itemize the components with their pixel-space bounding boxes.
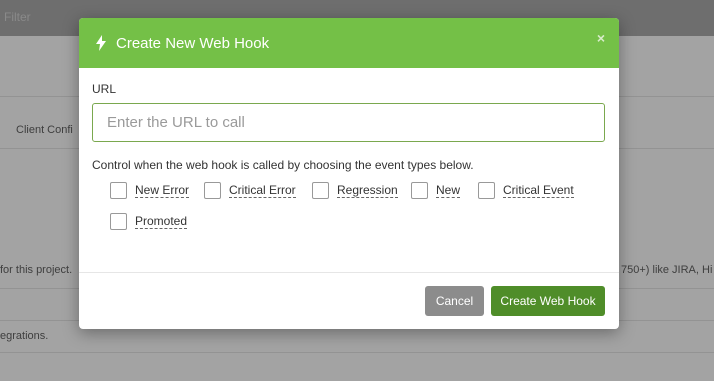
dialog-body: URL Control when the web hook is called … [79,68,619,273]
event-option-label: Critical Error [229,182,296,198]
event-option-label: New [436,182,461,198]
event-option-critical-error[interactable]: Critical Error [204,182,296,199]
event-option-label: Promoted [135,213,188,229]
new-checkbox[interactable] [411,182,428,199]
dialog-title: Create New Web Hook [116,34,270,52]
background-filter-label: Filter [4,10,31,24]
event-option-new[interactable]: New [411,182,461,199]
background-client-config-text: Client Confi [16,124,73,136]
background-project-text: for this project. [0,264,73,276]
cancel-button[interactable]: Cancel [425,286,484,316]
dialog-header: Create New Web Hook × [79,18,619,68]
url-input[interactable] [92,103,605,142]
event-option-promoted[interactable]: Promoted [110,213,188,230]
event-option-label: Critical Event [503,182,574,198]
background-integrations-text: egrations. [0,330,49,342]
close-icon[interactable]: × [597,30,605,46]
background-integrations-right-text: 750+) like JIRA, Hi [621,264,713,276]
dialog-footer: Cancel Create Web Hook [79,273,619,329]
event-type-options: New Error Critical Error Regression New … [92,182,606,242]
create-web-hook-button[interactable]: Create Web Hook [491,286,605,316]
promoted-checkbox[interactable] [110,213,127,230]
create-web-hook-dialog: Create New Web Hook × URL Control when t… [79,18,619,329]
critical-event-checkbox[interactable] [478,182,495,199]
event-option-label: Regression [337,182,398,198]
url-label: URL [92,82,117,96]
event-option-new-error[interactable]: New Error [110,182,190,199]
background-divider [0,352,714,353]
critical-error-checkbox[interactable] [204,182,221,199]
event-option-critical-event[interactable]: Critical Event [478,182,574,199]
event-types-help-text: Control when the web hook is called by c… [92,158,474,172]
event-option-label: New Error [135,182,190,198]
lightning-bolt-icon [94,35,108,51]
regression-checkbox[interactable] [312,182,329,199]
new-error-checkbox[interactable] [110,182,127,199]
event-option-regression[interactable]: Regression [312,182,398,199]
